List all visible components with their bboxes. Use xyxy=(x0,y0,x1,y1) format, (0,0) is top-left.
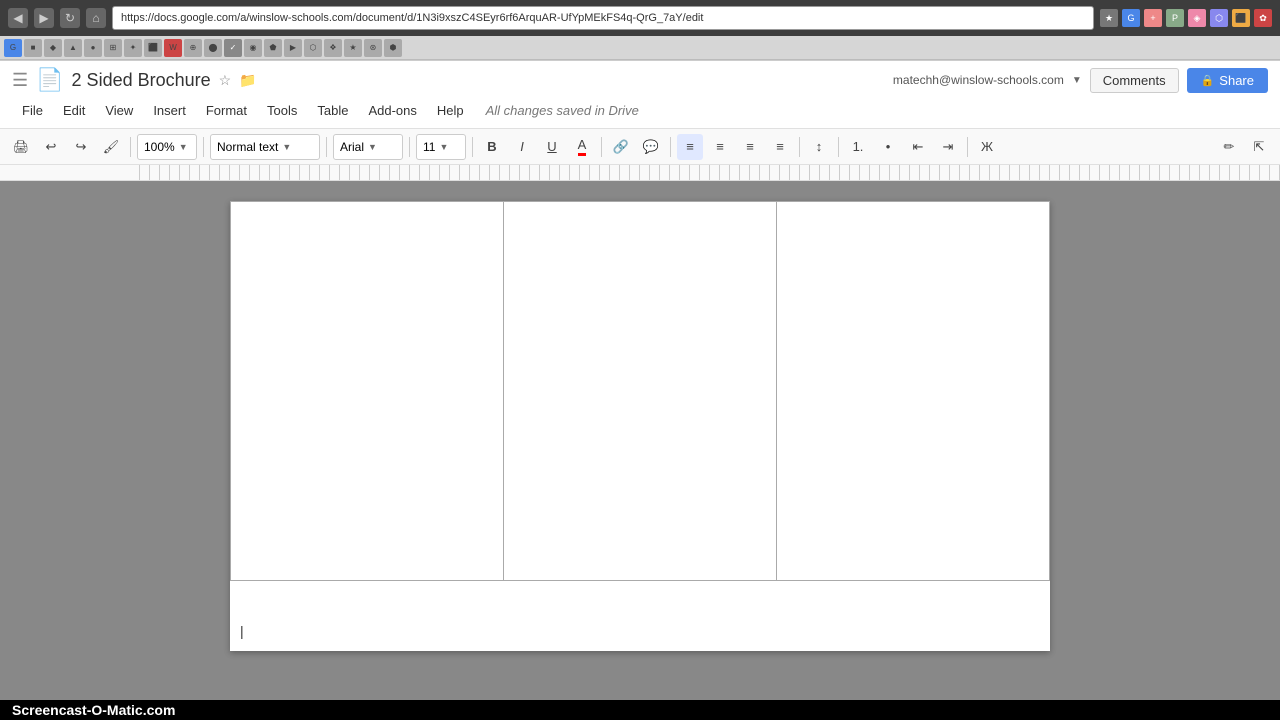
table-cell-2[interactable] xyxy=(504,202,777,581)
table-cell-3[interactable] xyxy=(777,202,1050,581)
user-dropdown-icon[interactable]: ▼ xyxy=(1072,75,1082,86)
menu-bar: File Edit View Insert Format Tools Table… xyxy=(12,97,1268,124)
menu-insert[interactable]: Insert xyxy=(143,99,196,122)
ext-icon-6: ⬛ xyxy=(1232,9,1250,27)
underline-btn[interactable]: U xyxy=(539,134,565,160)
expand-btn[interactable]: ⇱ xyxy=(1246,134,1272,160)
right-panel xyxy=(1150,181,1280,631)
document-page[interactable]: | xyxy=(230,201,1050,651)
clear-format-btn[interactable]: Ж xyxy=(974,134,1000,160)
ext-bar-icon-6: ⊞ xyxy=(104,39,122,57)
undo-btn[interactable]: ↩ xyxy=(38,134,64,160)
ext-bar-icon-3: ◆ xyxy=(44,39,62,57)
menu-edit[interactable]: Edit xyxy=(53,99,95,122)
menu-addons[interactable]: Add-ons xyxy=(358,99,426,122)
insert-comment-btn[interactable]: 💬 xyxy=(638,134,664,160)
ext-icon-2: + xyxy=(1144,9,1162,27)
ext-bar-icon-8: ⬛ xyxy=(144,39,162,57)
user-email: matechh@winslow-schools.com xyxy=(893,73,1064,87)
watermark-bar: Screencast-O-Matic.com xyxy=(0,700,1280,720)
table-cell-1[interactable] xyxy=(231,202,504,581)
ext-icon-5: ⬡ xyxy=(1210,9,1228,27)
ext-bar-icon-4: ▲ xyxy=(64,39,82,57)
ext-icon-4: ◈ xyxy=(1188,9,1206,27)
align-left-btn[interactable]: ≡ xyxy=(677,134,703,160)
address-bar[interactable]: https://docs.google.com/a/winslow-school… xyxy=(112,6,1094,30)
bold-btn[interactable]: B xyxy=(479,134,505,160)
menu-help[interactable]: Help xyxy=(427,99,474,122)
ext-icon-3: P xyxy=(1166,9,1184,27)
menu-file[interactable]: File xyxy=(12,99,53,122)
ext-bar-icon-10: ⊕ xyxy=(184,39,202,57)
ext-bar-icon-12: ✓ xyxy=(224,39,242,57)
document-canvas: | xyxy=(130,181,1150,631)
decrease-indent-btn[interactable]: ⇤ xyxy=(905,134,931,160)
ext-bar-icon-18: ★ xyxy=(344,39,362,57)
ext-icon-7: ✿ xyxy=(1254,9,1272,27)
star-icon[interactable]: ☆ xyxy=(219,72,232,89)
nav-forward-btn[interactable]: ▶ xyxy=(34,8,54,28)
redo-btn[interactable]: ↪ xyxy=(68,134,94,160)
pen-btn[interactable]: ✏ xyxy=(1216,134,1242,160)
menu-tools[interactable]: Tools xyxy=(257,99,307,122)
lock-icon: 🔒 xyxy=(1201,74,1215,87)
ext-bar-icon-15: ▶ xyxy=(284,39,302,57)
ext-bar-icon-9: W xyxy=(164,39,182,57)
italic-btn[interactable]: I xyxy=(509,134,535,160)
text-cursor: | xyxy=(240,623,244,641)
bullet-list-btn[interactable]: • xyxy=(875,134,901,160)
extension-bar: G ■ ◆ ▲ ● ⊞ ✦ ⬛ W ⊕ ⬤ ✓ ◉ ⬟ ▶ ⬡ ❖ ★ ⊛ ⬢ xyxy=(0,36,1280,60)
insert-link-btn[interactable]: 🔗 xyxy=(608,134,634,160)
paint-format-btn[interactable]: 🖌 xyxy=(98,134,124,160)
menu-format[interactable]: Format xyxy=(196,99,257,122)
menu-view[interactable]: View xyxy=(95,99,143,122)
ext-bar-icon-11: ⬤ xyxy=(204,39,222,57)
ext-bar-icon-17: ❖ xyxy=(324,39,342,57)
nav-home-btn[interactable]: ⌂ xyxy=(86,8,106,28)
font-select[interactable]: Arial ▼ xyxy=(333,134,403,160)
ext-bar-icon-13: ◉ xyxy=(244,39,262,57)
zoom-select[interactable]: 100% ▼ xyxy=(137,134,197,160)
align-center-btn[interactable]: ≡ xyxy=(707,134,733,160)
nav-back-btn[interactable]: ◀ xyxy=(8,8,28,28)
formatting-toolbar: 🖨 ↩ ↪ 🖌 100% ▼ Normal text ▼ Arial ▼ 11 … xyxy=(0,129,1280,165)
nav-refresh-btn[interactable]: ↻ xyxy=(60,8,80,28)
ext-bar-icon-1: G xyxy=(4,39,22,57)
ext-icon-1: G xyxy=(1122,9,1140,27)
ext-bar-icon-20: ⬢ xyxy=(384,39,402,57)
numbered-list-btn[interactable]: 1. xyxy=(845,134,871,160)
ruler xyxy=(0,165,1280,181)
style-select[interactable]: Normal text ▼ xyxy=(210,134,320,160)
ext-bar-icon-7: ✦ xyxy=(124,39,142,57)
align-justify-btn[interactable]: ≡ xyxy=(767,134,793,160)
folder-icon[interactable]: 📁 xyxy=(239,72,256,89)
share-button[interactable]: 🔒 Share xyxy=(1187,68,1268,93)
ext-bar-icon-16: ⬡ xyxy=(304,39,322,57)
text-color-btn[interactable]: A xyxy=(569,134,595,160)
bookmark-icon[interactable]: ★ xyxy=(1100,9,1118,27)
line-spacing-btn[interactable]: ↕ xyxy=(806,134,832,160)
align-right-btn[interactable]: ≡ xyxy=(737,134,763,160)
print-btn[interactable]: 🖨 xyxy=(8,134,34,160)
hamburger-icon[interactable]: ☰ xyxy=(12,70,28,91)
font-size-select[interactable]: 11 ▼ xyxy=(416,134,466,160)
autosave-status: All changes saved in Drive xyxy=(486,103,639,118)
ext-bar-icon-19: ⊛ xyxy=(364,39,382,57)
ext-bar-icon-2: ■ xyxy=(24,39,42,57)
ext-bar-icon-5: ● xyxy=(84,39,102,57)
left-panel xyxy=(0,181,130,631)
watermark-text: Screencast-O-Matic.com xyxy=(12,702,175,718)
menu-table[interactable]: Table xyxy=(307,99,358,122)
document-table xyxy=(230,201,1050,581)
ext-bar-icon-14: ⬟ xyxy=(264,39,282,57)
comments-button[interactable]: Comments xyxy=(1090,68,1179,93)
docs-logo: 📄 xyxy=(36,67,63,93)
increase-indent-btn[interactable]: ⇥ xyxy=(935,134,961,160)
document-title[interactable]: 2 Sided Brochure xyxy=(72,70,211,91)
